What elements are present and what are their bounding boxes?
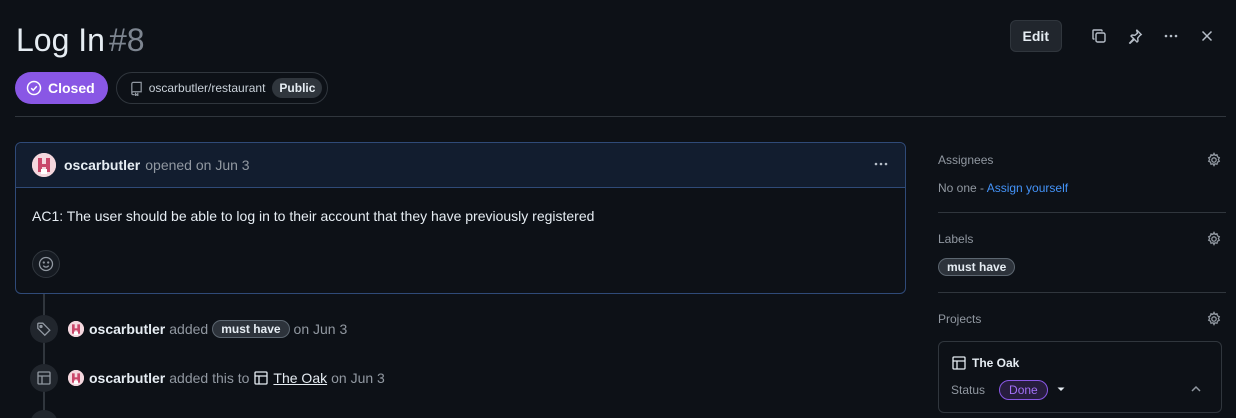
avatar[interactable]	[68, 370, 84, 386]
label-chip[interactable]: must have	[212, 320, 290, 338]
add-reaction-button[interactable]	[32, 250, 60, 278]
project-link-label: The Oak	[273, 370, 328, 386]
repo-name: oscarbutler/restaurant	[148, 81, 266, 95]
triangle-down-icon[interactable]	[1055, 383, 1067, 398]
comment-kebab-icon[interactable]	[873, 156, 889, 175]
closed-status-badge: Closed	[15, 72, 108, 104]
projects-section: Projects The Oak Status Done	[938, 293, 1226, 418]
tag-icon	[30, 315, 58, 343]
timeline-author[interactable]: oscarbutler	[89, 321, 165, 337]
timeline-date[interactable]: on Jun 3	[331, 370, 385, 386]
pin-icon[interactable]	[1120, 21, 1150, 51]
labels-title: Labels	[938, 232, 974, 246]
project-link[interactable]: The Oak	[253, 370, 327, 386]
issue-title-row: Log In #8	[16, 22, 145, 59]
issue-title: Log In	[16, 22, 105, 58]
comment-body: AC1: The user should be able to log in t…	[32, 208, 595, 224]
issue-sidebar: Assignees No one - Assign yourself Label…	[938, 142, 1226, 418]
project-name-label: The Oak	[972, 356, 1020, 370]
avatar[interactable]	[68, 321, 84, 337]
table-icon	[952, 356, 966, 370]
repo-icon	[130, 81, 142, 96]
projects-title: Projects	[938, 312, 982, 326]
comment-author[interactable]: oscarbutler	[64, 157, 140, 173]
check-circle-icon	[26, 80, 42, 96]
issue-state-row: Closed oscarbutler/restaurant Public	[15, 72, 329, 104]
issue-comment: oscarbutler opened on Jun 3 AC1: The use…	[15, 142, 906, 294]
project-card: The Oak Status Done	[938, 341, 1222, 413]
timeline-line	[43, 294, 45, 418]
header-divider	[15, 116, 1226, 117]
kebab-icon[interactable]	[1156, 21, 1186, 51]
timeline-author[interactable]: oscarbutler	[89, 370, 165, 386]
gear-icon[interactable]	[1206, 231, 1222, 250]
avatar[interactable]	[32, 153, 56, 177]
copy-icon[interactable]	[1084, 21, 1114, 51]
assign-yourself-link[interactable]: Assign yourself	[987, 181, 1068, 195]
timeline-event-label: oscarbutler added must have on Jun 3	[30, 315, 347, 343]
project-status-row: Status Done	[951, 380, 1067, 400]
assignees-empty: No one -	[938, 181, 987, 195]
visibility-badge: Public	[272, 78, 323, 98]
timeline-action: added	[169, 321, 209, 337]
timeline-event-project: oscarbutler added this to The Oak on Jun…	[30, 364, 385, 392]
status-done-badge[interactable]: Done	[999, 380, 1048, 400]
table-icon	[30, 364, 58, 392]
assignees-value: No one - Assign yourself	[938, 181, 1068, 195]
table-icon	[254, 371, 269, 385]
project-name[interactable]: The Oak	[951, 355, 1019, 371]
label-chip[interactable]: must have	[938, 258, 1016, 276]
issue-number: #8	[108, 22, 145, 58]
chevron-up-icon[interactable]	[1189, 382, 1203, 399]
timeline-date[interactable]: on Jun 3	[294, 321, 348, 337]
assignees-title: Assignees	[938, 153, 994, 167]
gear-icon[interactable]	[1206, 311, 1222, 330]
smiley-icon	[38, 256, 54, 272]
timeline-next-badge	[30, 410, 58, 418]
assignees-section: Assignees No one - Assign yourself	[938, 142, 1226, 212]
timeline-action: added this to	[169, 370, 250, 386]
labels-section: Labels must have	[938, 213, 1226, 292]
closed-status-label: Closed	[48, 80, 95, 96]
status-field-label: Status	[951, 383, 986, 397]
issue-actions: Edit	[1009, 20, 1222, 52]
comment-meta: opened on Jun 3	[145, 157, 250, 173]
close-icon[interactable]	[1192, 21, 1222, 51]
comment-header: oscarbutler opened on Jun 3	[16, 143, 905, 188]
edit-button[interactable]: Edit	[1009, 20, 1062, 52]
repo-link[interactable]: oscarbutler/restaurant Public	[115, 72, 329, 104]
gear-icon[interactable]	[1206, 152, 1222, 171]
